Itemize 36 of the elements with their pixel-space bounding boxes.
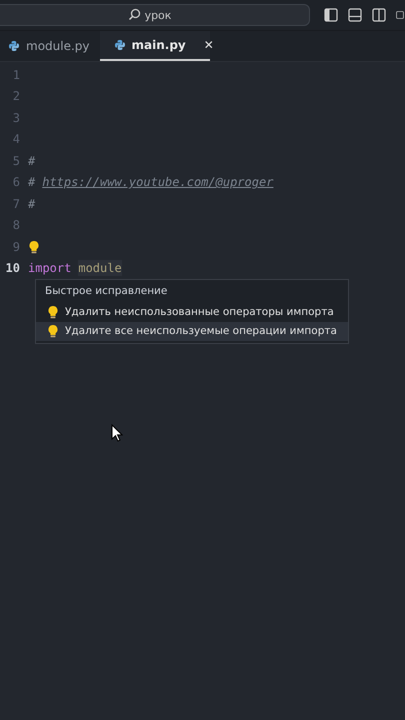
line-number: 2 xyxy=(12,89,21,104)
tab-label: module.py xyxy=(26,39,90,53)
python-file-icon xyxy=(8,40,20,52)
panel-toggle-icon[interactable] xyxy=(348,8,362,22)
code-token: # xyxy=(28,196,36,211)
layout-icon[interactable] xyxy=(396,8,404,22)
search-field[interactable]: урок xyxy=(0,4,310,26)
menu-item[interactable]: Удалить неиспользованные операторы импорта xyxy=(36,303,348,322)
line-number: 8 xyxy=(12,218,21,232)
line-number: 5 xyxy=(12,154,21,168)
mouse-pointer-icon xyxy=(111,424,123,442)
lightbulb-icon xyxy=(47,324,59,338)
line-number: 1 xyxy=(12,68,21,82)
tab-label: main.py xyxy=(132,38,186,52)
sidebar-toggle-icon[interactable] xyxy=(324,8,338,22)
python-file-icon xyxy=(114,39,126,51)
menu-title: Быстрое исправление xyxy=(44,284,168,299)
code-token: # xyxy=(28,175,36,190)
lightbulb-icon[interactable] xyxy=(28,240,40,254)
code-token: # xyxy=(28,154,36,168)
line-number: 3 xyxy=(12,110,21,125)
menu-item-label: Удалите все неиспользуемые операции импорта xyxy=(65,325,337,337)
line-number: 6 xyxy=(12,175,21,190)
menu-item[interactable]: Удалите все неиспользуемые операции импорта xyxy=(36,322,348,341)
lightbulb-icon xyxy=(47,305,59,319)
code-token: import xyxy=(28,261,72,276)
line-number: 7 xyxy=(12,196,21,211)
editor-tab[interactable]: module.py xyxy=(0,31,100,61)
editor-tab[interactable]: main.py ✕ xyxy=(100,31,210,61)
line-number: 4 xyxy=(12,132,21,146)
line-number: 10 xyxy=(4,261,21,276)
menu-item-label: Удалить неиспользованные операторы импорта xyxy=(65,306,334,318)
link[interactable]: https://www.youtube.com/@uproger xyxy=(42,175,274,190)
line-number: 9 xyxy=(12,240,21,254)
split-layout-icon[interactable] xyxy=(372,8,386,22)
code-token: module xyxy=(78,260,122,276)
